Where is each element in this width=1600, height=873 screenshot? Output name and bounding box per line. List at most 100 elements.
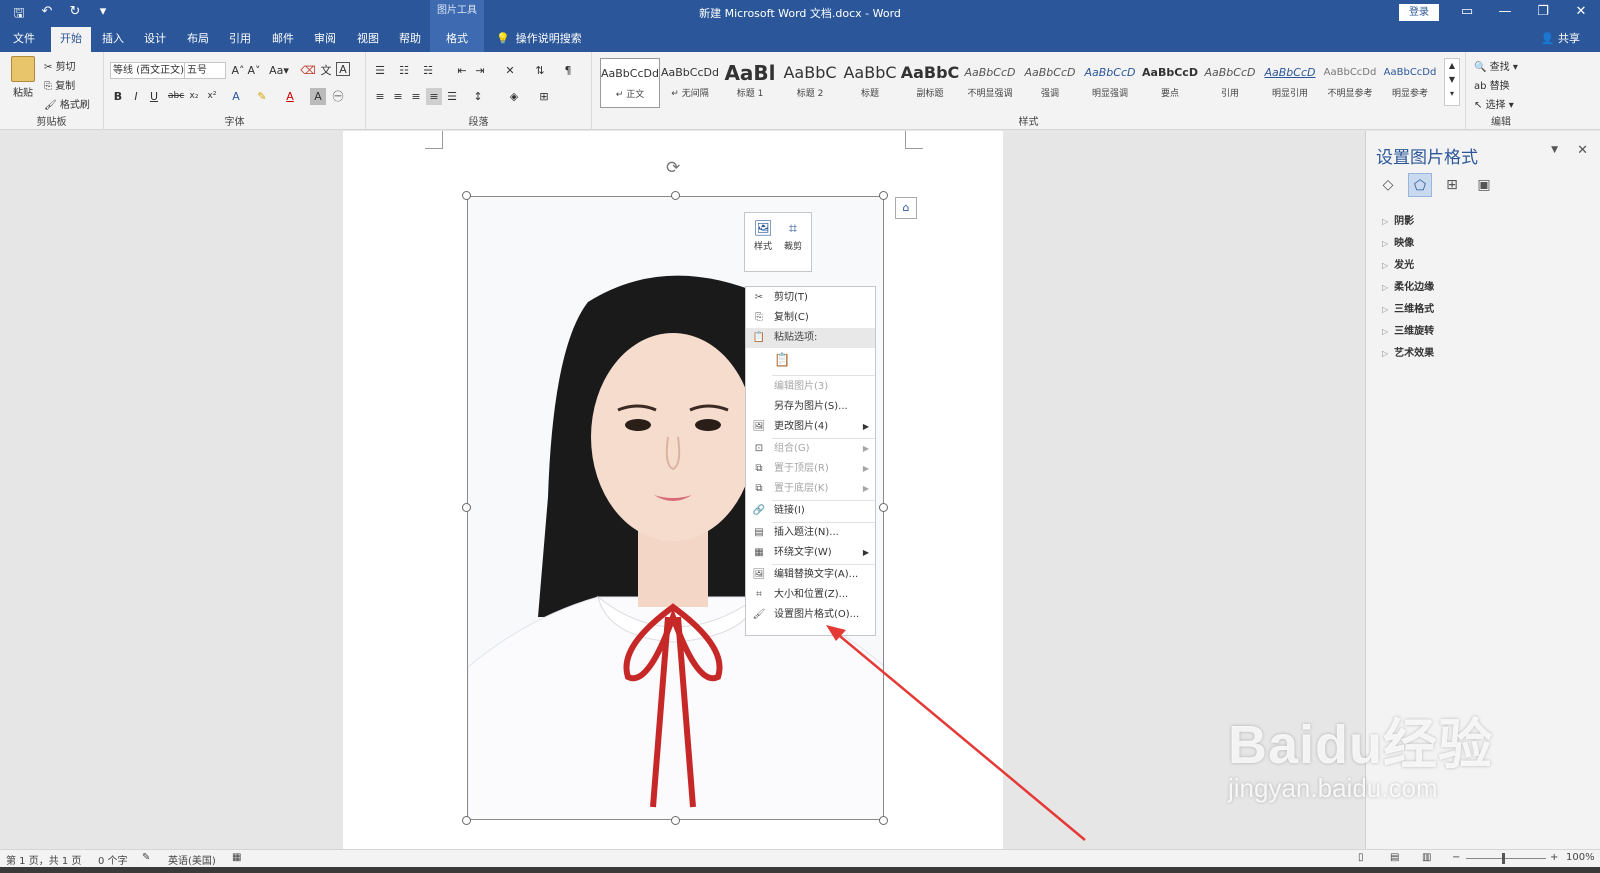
- char-shading-icon[interactable]: A: [310, 88, 326, 105]
- style-item[interactable]: AaBl 标题 1: [720, 58, 780, 108]
- menu-cut[interactable]: ✂ 剪切(T): [746, 288, 875, 308]
- tab-layout[interactable]: 布局: [181, 27, 215, 52]
- line-spacing-icon[interactable]: ↕: [470, 88, 486, 105]
- style-item[interactable]: AaBbC 标题: [840, 58, 900, 108]
- align-left-icon[interactable]: ≡: [372, 88, 388, 105]
- menu-bring-to-front[interactable]: ⧉ 置于顶层(R) ▶: [746, 459, 875, 479]
- multilevel-list-icon[interactable]: ☵: [420, 62, 436, 79]
- picture-icon[interactable]: ▣: [1472, 173, 1496, 197]
- tab-insert[interactable]: 插入: [96, 27, 130, 52]
- resize-handle-nw[interactable]: [462, 191, 471, 200]
- proofing-icon[interactable]: ✎: [142, 852, 150, 863]
- highlight-icon[interactable]: ✎: [254, 88, 270, 105]
- style-item[interactable]: AaBbCcDd 不明显参考: [1320, 58, 1380, 108]
- style-item[interactable]: AaBbCcD 强调: [1020, 58, 1080, 108]
- menu-insert-caption[interactable]: ▤ 插入题注(N)...: [746, 523, 875, 543]
- pane-section-shadow[interactable]: ▷ 阴影: [1382, 212, 1414, 227]
- menu-send-to-back[interactable]: ⧉ 置于底层(K) ▶: [746, 479, 875, 499]
- clear-format-icon[interactable]: ⌫: [300, 62, 316, 79]
- bold-icon[interactable]: B: [110, 88, 126, 105]
- increase-indent-icon[interactable]: ⇥: [472, 62, 488, 79]
- layout-options-icon[interactable]: ⌂: [895, 197, 917, 219]
- tab-review[interactable]: 审阅: [308, 27, 342, 52]
- cut-button[interactable]: ✂ 剪切: [44, 58, 76, 73]
- tab-file[interactable]: 文件: [8, 27, 40, 52]
- pane-close-icon[interactable]: ✕: [1577, 143, 1588, 158]
- pane-section-glow[interactable]: ▷ 发光: [1382, 256, 1414, 271]
- share-button[interactable]: 👤 共享: [1541, 27, 1580, 52]
- distributed-icon[interactable]: ☰: [444, 88, 460, 105]
- macro-icon[interactable]: ▦: [232, 852, 241, 863]
- zoom-slider[interactable]: [1466, 858, 1546, 859]
- restore-icon[interactable]: ❐: [1524, 0, 1562, 27]
- menu-group[interactable]: ⊡ 组合(G) ▶: [746, 439, 875, 459]
- paste-keep-text-only[interactable]: 📋: [746, 348, 875, 374]
- crop-mini-button[interactable]: ⌗ 裁剪: [779, 219, 807, 252]
- shrink-font-icon[interactable]: A˅: [246, 62, 262, 79]
- style-item[interactable]: AaBbCcD 明显强调: [1080, 58, 1140, 108]
- effects-icon[interactable]: ⬠: [1408, 173, 1432, 197]
- grow-font-icon[interactable]: A˄: [230, 62, 246, 79]
- superscript-icon[interactable]: x²: [204, 88, 220, 105]
- minimize-icon[interactable]: —: [1486, 0, 1524, 27]
- style-item[interactable]: AaBbCcDd ↵ 正文: [600, 58, 660, 108]
- find-button[interactable]: 🔍 查找 ▾: [1474, 58, 1518, 73]
- tab-view[interactable]: 视图: [351, 27, 385, 52]
- menu-size-position[interactable]: ⌗ 大小和位置(Z)...: [746, 585, 875, 605]
- chinese-layout-icon[interactable]: ✕: [502, 62, 518, 79]
- layout-properties-icon[interactable]: ⊞: [1440, 173, 1464, 197]
- align-center-icon[interactable]: ≡: [390, 88, 406, 105]
- page-count[interactable]: 第 1 页，共 1 页: [6, 852, 81, 867]
- tell-me-search[interactable]: 💡 操作说明搜索: [496, 27, 582, 52]
- resize-handle-sw[interactable]: [462, 816, 471, 825]
- resize-handle-ne[interactable]: [879, 191, 888, 200]
- pane-section-reflection[interactable]: ▷ 映像: [1382, 234, 1414, 249]
- align-right-icon[interactable]: ≡: [408, 88, 424, 105]
- menu-wrap-text[interactable]: ▦ 环绕文字(W) ▶: [746, 543, 875, 563]
- underline-icon[interactable]: U: [146, 88, 162, 105]
- italic-icon[interactable]: I: [128, 88, 144, 105]
- format-painter-button[interactable]: 🖌 格式刷: [44, 96, 90, 111]
- pane-section-3d-format[interactable]: ▷ 三维格式: [1382, 300, 1434, 315]
- zoom-in-icon[interactable]: +: [1550, 852, 1558, 863]
- menu-link[interactable]: 🔗 链接(I): [746, 501, 875, 521]
- tab-references[interactable]: 引用: [223, 27, 257, 52]
- text-effects-icon[interactable]: A: [228, 88, 244, 105]
- numbering-icon[interactable]: ☷: [396, 62, 412, 79]
- tab-design[interactable]: 设计: [138, 27, 172, 52]
- fill-line-icon[interactable]: ◇: [1376, 173, 1400, 197]
- change-case-icon[interactable]: Aa▾: [268, 62, 290, 79]
- bullets-icon[interactable]: ☰: [372, 62, 388, 79]
- pane-section-artistic-effects[interactable]: ▷ 艺术效果: [1382, 344, 1434, 359]
- replace-button[interactable]: ab 替换: [1474, 77, 1510, 92]
- style-item[interactable]: AaBbCcD 不明显强调: [960, 58, 1020, 108]
- word-count[interactable]: 0 个字: [98, 852, 128, 867]
- web-layout-icon[interactable]: ▥: [1422, 852, 1431, 863]
- style-item[interactable]: AaBbC 标题 2: [780, 58, 840, 108]
- language-indicator[interactable]: 英语(美国): [168, 852, 216, 867]
- style-mini-button[interactable]: 🖼 样式: [749, 219, 777, 252]
- tab-format[interactable]: 格式: [430, 27, 484, 52]
- resize-handle-w[interactable]: [462, 503, 471, 512]
- pane-section-soft-edges[interactable]: ▷ 柔化边缘: [1382, 278, 1434, 293]
- style-item[interactable]: AaBbC 副标题: [900, 58, 960, 108]
- font-color-icon[interactable]: A: [282, 88, 298, 105]
- shading-icon[interactable]: ◈: [506, 88, 522, 105]
- style-item[interactable]: AaBbCcDd ↵ 无间隔: [660, 58, 720, 108]
- tab-home[interactable]: 开始: [51, 27, 91, 52]
- ribbon-display-icon[interactable]: ▭: [1448, 0, 1486, 27]
- decrease-indent-icon[interactable]: ⇤: [454, 62, 470, 79]
- style-item[interactable]: AaBbCcD 要点: [1140, 58, 1200, 108]
- style-item[interactable]: AaBbCcD 明显引用: [1260, 58, 1320, 108]
- resize-handle-s[interactable]: [671, 816, 680, 825]
- style-gallery-scroll[interactable]: ▲ ▼ ▾: [1444, 58, 1460, 106]
- paste-button[interactable]: 粘贴: [8, 56, 38, 99]
- tab-help[interactable]: 帮助: [393, 27, 427, 52]
- rotate-handle-icon[interactable]: ⟳: [666, 158, 680, 178]
- pane-section-3d-rotation[interactable]: ▷ 三维旋转: [1382, 322, 1434, 337]
- resize-handle-n[interactable]: [671, 191, 680, 200]
- show-marks-icon[interactable]: ¶: [560, 62, 576, 79]
- menu-format-picture[interactable]: 🖌 设置图片格式(O)...: [746, 605, 875, 625]
- zoom-level[interactable]: 100%: [1566, 852, 1595, 863]
- menu-copy[interactable]: ⎘ 复制(C): [746, 308, 875, 328]
